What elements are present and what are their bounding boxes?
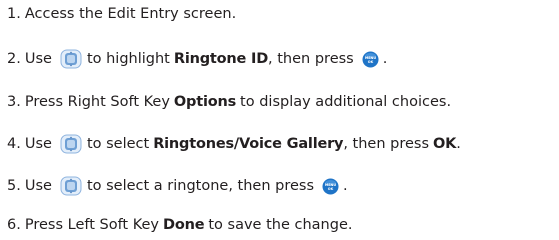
step-number: 1.: [7, 6, 21, 22]
step-text: .: [382, 51, 388, 67]
step-number: 3.: [7, 94, 21, 110]
step-number: 5.: [7, 178, 21, 194]
navigation-key-icon: [60, 134, 82, 154]
highlighted-option: Done: [163, 217, 205, 233]
navigation-key-icon: [60, 176, 82, 196]
step-text: Use: [24, 136, 52, 152]
step-text: .: [456, 136, 461, 152]
step-number: 4.: [7, 136, 21, 152]
step-text: to select a ringtone, then press: [86, 178, 315, 194]
menu-ok-key-icon: MENU OK: [322, 178, 339, 195]
highlighted-option: Ringtones/Voice Gallery: [153, 136, 344, 152]
menu-ok-key-icon: MENU OK: [362, 51, 379, 68]
step-text: .: [343, 178, 348, 194]
step-text: to save the change.: [208, 217, 353, 233]
step-text: , then press: [268, 51, 354, 67]
svg-text:OK: OK: [328, 187, 334, 191]
highlighted-option: OK: [433, 136, 457, 152]
step-5: 5. Use to select a ringtone, then press …: [7, 176, 348, 196]
step-text: to display additional choices.: [240, 94, 452, 110]
step-text: Press Right Soft Key: [24, 94, 170, 110]
step-1: 1. Access the Edit Entry screen.: [7, 4, 236, 24]
step-text: Use: [24, 178, 52, 194]
highlighted-option: Ringtone ID: [173, 51, 269, 67]
step-number: 2.: [7, 51, 21, 67]
step-text: Use: [24, 51, 52, 67]
instruction-steps: 1. Access the Edit Entry screen. 2. Use …: [0, 0, 559, 240]
svg-text:OK: OK: [367, 60, 373, 64]
step-text: Press Left Soft Key: [24, 217, 160, 233]
highlighted-option: Options: [173, 94, 237, 110]
step-6: 6. Press Left Soft Key Done to save the …: [7, 215, 352, 235]
step-text: to highlight: [86, 51, 170, 67]
navigation-key-icon: [60, 49, 82, 69]
step-3: 3. Press Right Soft Key Options to displ…: [7, 92, 451, 112]
step-text: Access the Edit Entry screen.: [24, 6, 237, 22]
step-2: 2. Use to highlight Ringtone ID , then p…: [7, 49, 387, 69]
step-4: 4. Use to select Ringtones/Voice Gallery…: [7, 134, 461, 154]
step-text: , then press: [343, 136, 430, 152]
step-text: to select: [86, 136, 150, 152]
step-number: 6.: [7, 217, 21, 233]
